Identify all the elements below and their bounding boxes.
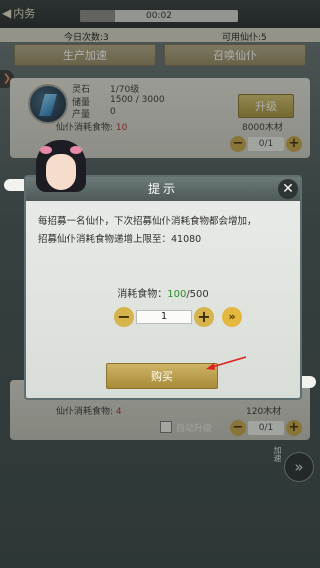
character-portrait [30,140,92,198]
quantity-plus-button[interactable]: + [194,307,214,327]
close-icon[interactable]: ✕ [278,179,298,199]
quantity-minus-button[interactable]: − [114,307,134,327]
food-consumption: 消耗食物：100/500 [26,285,300,300]
message-line-2: 招募仙仆消耗食物递增上限至：41080 [38,234,202,245]
food-label: 消耗食物： [117,289,168,300]
tip-dialog: 提示 ✕ 每招募一名仙仆，下次招募仙仆消耗食物都会增加， 招募仙仆消耗食物递增上… [24,175,302,400]
quantity-max-button[interactable]: » [222,307,242,327]
quantity-stepper: − 1 + » [114,307,244,327]
message-line-1: 每招募一名仙仆，下次招募仙仆消耗食物都会增加， [38,216,257,227]
quantity-input[interactable]: 1 [136,310,192,324]
buy-button[interactable]: 购买 [106,363,218,389]
red-arrow-icon [206,356,247,370]
food-current: 100 [167,289,187,300]
food-total: /500 [186,289,209,300]
dialog-message: 每招募一名仙仆，下次招募仙仆消耗食物都会增加， 招募仙仆消耗食物递增上限至：41… [38,213,294,249]
